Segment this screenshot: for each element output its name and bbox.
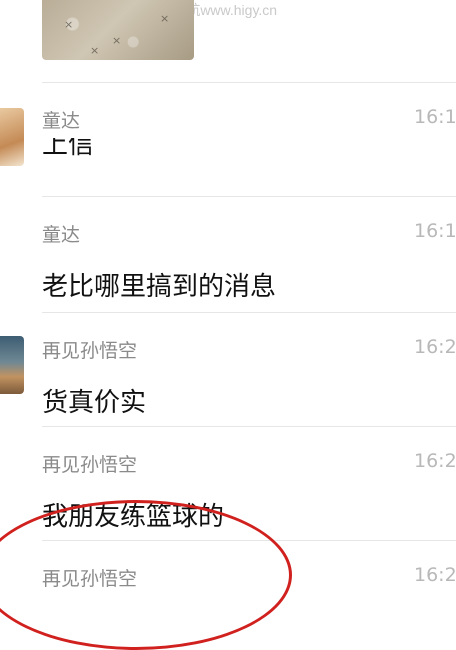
sender-name: 童达 (42, 224, 81, 246)
message-time: 16:16 (414, 106, 456, 128)
red-annotation-circle (0, 500, 292, 650)
message-time: 16:20 (414, 564, 456, 586)
divider (42, 82, 456, 83)
divider (42, 312, 456, 313)
pattern-glyph: × (112, 34, 122, 47)
message-time: 16:20 (414, 450, 456, 472)
sender-name: 童达 (42, 110, 81, 132)
sender-name: 再见孙悟空 (42, 340, 138, 362)
avatar[interactable] (0, 336, 24, 394)
chat-message[interactable]: 童达 16:16 上信 (0, 82, 456, 215)
message-time: 16:19 (414, 220, 456, 242)
pattern-glyph: × (64, 18, 74, 31)
message-time: 16:20 (414, 336, 456, 358)
message-text: 上信 (42, 138, 95, 160)
pattern-glyph: × (90, 44, 100, 57)
divider (42, 196, 456, 197)
sender-name: 再见孙悟空 (42, 454, 138, 476)
message-text: 货真价实 (42, 388, 147, 418)
shared-image-thumbnail[interactable]: × × × × (42, 0, 194, 60)
divider (42, 426, 456, 427)
message-text: 老比哪里搞到的消息 (42, 272, 277, 302)
chat-message[interactable]: 再见孙悟空 16:20 货真价实 (0, 312, 456, 445)
avatar[interactable] (0, 108, 24, 166)
pattern-glyph: × (160, 12, 170, 25)
